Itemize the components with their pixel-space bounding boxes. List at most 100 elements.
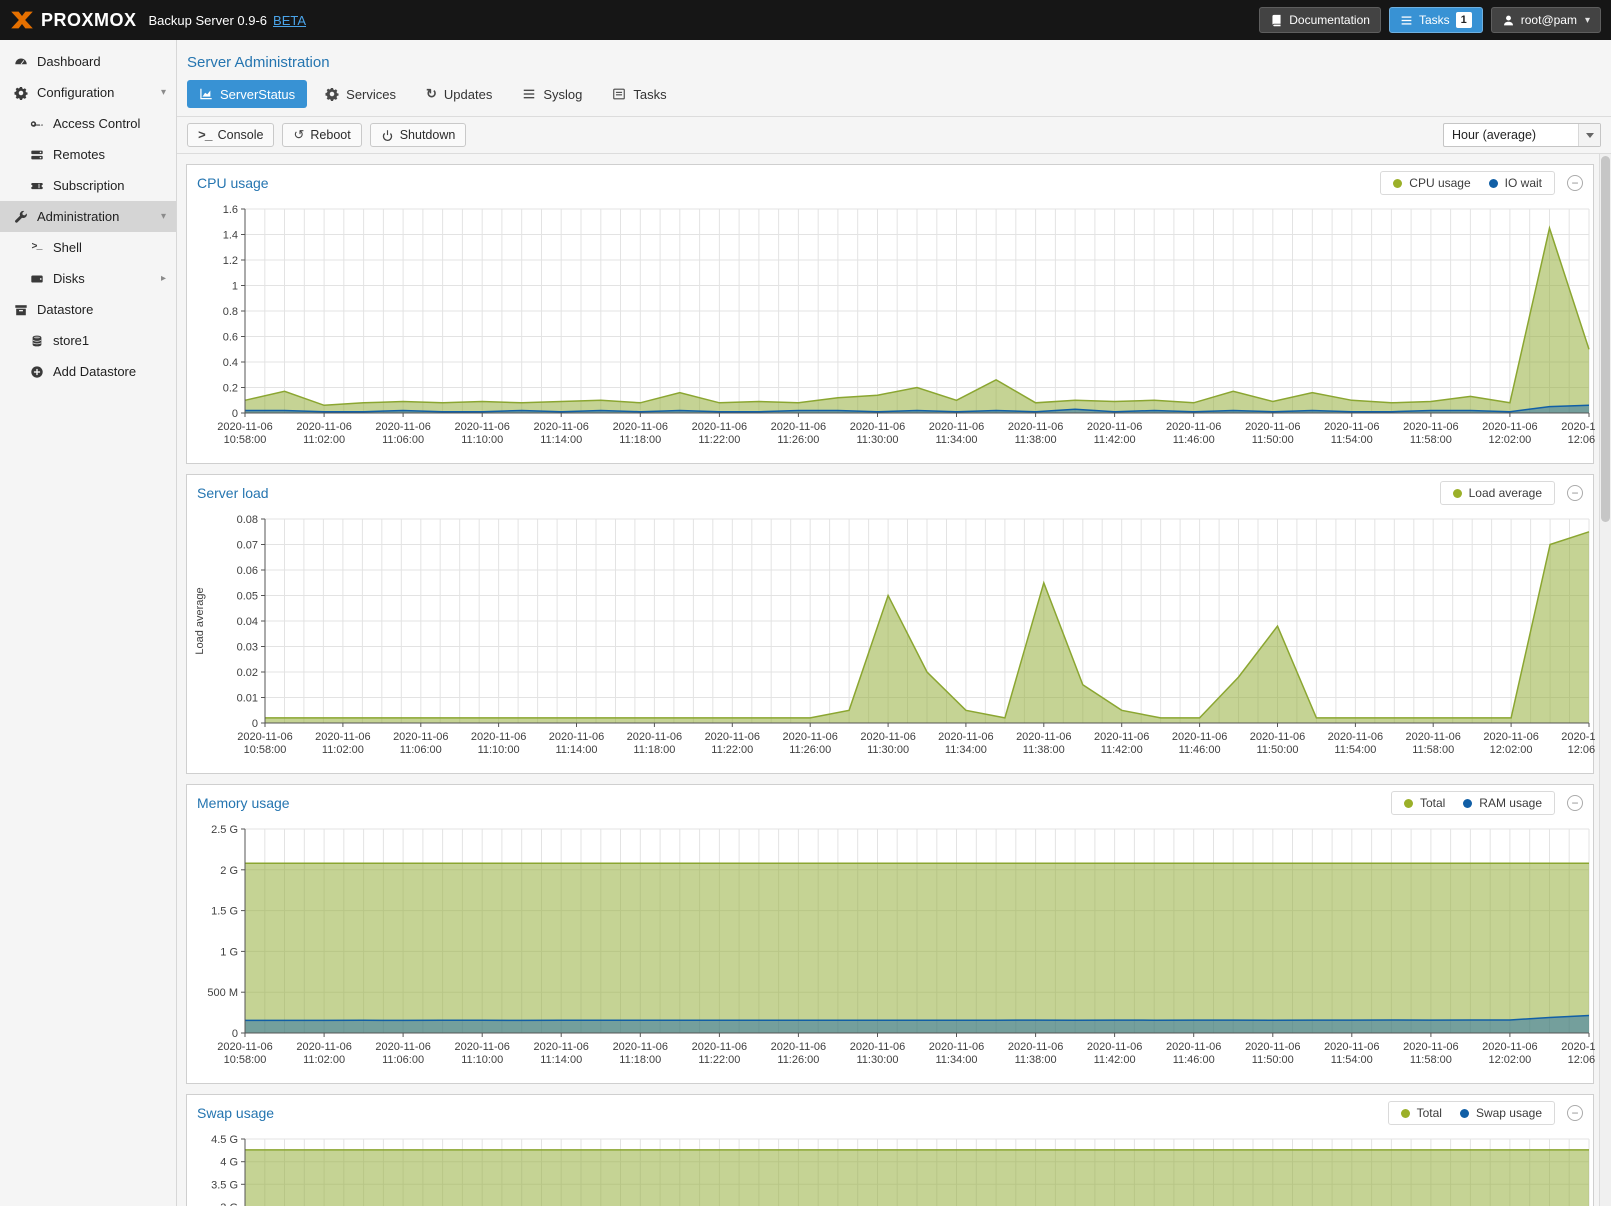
reboot-button[interactable]: ↺ Reboot xyxy=(282,123,361,147)
gauge-icon xyxy=(12,54,29,70)
beta-link[interactable]: BETA xyxy=(273,13,306,28)
svg-text:2020-11-06: 2020-11-06 xyxy=(929,1041,984,1053)
sidebar-item-add-datastore[interactable]: Add Datastore xyxy=(0,356,176,387)
sidebar-item-dashboard[interactable]: Dashboard xyxy=(0,46,176,77)
sidebar-item-label: Subscription xyxy=(53,178,125,193)
svg-text:2020-11-06: 2020-11-06 xyxy=(771,1041,826,1053)
tab-label: Tasks xyxy=(633,87,666,102)
svg-text:2020-11-06: 2020-11-06 xyxy=(929,421,984,433)
scrollbar-thumb[interactable] xyxy=(1601,156,1610,522)
svg-text:2020-11-06: 2020-11-06 xyxy=(533,1041,588,1053)
svg-text:12:02:00: 12:02:00 xyxy=(1488,434,1531,446)
chevron-right-icon: ▸ xyxy=(161,273,166,284)
svg-text:1: 1 xyxy=(232,281,238,293)
tasks-button[interactable]: Tasks 1 xyxy=(1389,7,1483,33)
area-chart-icon xyxy=(199,87,213,101)
svg-text:2020-11-06: 2020-11-06 xyxy=(1087,421,1142,433)
console-button[interactable]: >_ Console xyxy=(187,123,274,147)
gears-icon xyxy=(12,85,29,101)
sidebar-item-store1[interactable]: store1 xyxy=(0,325,176,356)
svg-text:11:54:00: 11:54:00 xyxy=(1334,744,1376,756)
chevron-down-icon xyxy=(1578,124,1600,146)
svg-text:0.4: 0.4 xyxy=(223,357,238,369)
svg-text:12:06:00: 12:06:00 xyxy=(1568,1054,1595,1066)
svg-text:0.04: 0.04 xyxy=(237,616,258,628)
disk-icon xyxy=(28,271,45,287)
legend-dot xyxy=(1489,179,1498,188)
sidebar-item-shell[interactable]: >_ Shell xyxy=(0,232,176,263)
svg-text:11:38:00: 11:38:00 xyxy=(1015,434,1057,446)
svg-text:2020-11-06: 2020-11-06 xyxy=(217,421,272,433)
sidebar-item-subscription[interactable]: Subscription xyxy=(0,170,176,201)
user-menu-button[interactable]: root@pam ▾ xyxy=(1491,7,1601,33)
app-window: PROXMOX Backup Server 0.9-6 BETA Documen… xyxy=(0,0,1611,1206)
svg-text:11:30:00: 11:30:00 xyxy=(867,744,909,756)
tab-syslog[interactable]: Syslog xyxy=(510,80,594,108)
collapse-icon[interactable]: − xyxy=(1567,485,1583,501)
proxmox-logo: PROXMOX xyxy=(10,8,137,32)
tab-services[interactable]: Services xyxy=(313,80,408,108)
svg-text:3 G: 3 G xyxy=(220,1202,238,1206)
svg-text:0.05: 0.05 xyxy=(237,591,258,603)
ticket-icon xyxy=(28,178,45,194)
svg-text:2020-11-06: 2020-11-06 xyxy=(1405,731,1460,743)
sidebar-item-remotes[interactable]: Remotes xyxy=(0,139,176,170)
documentation-button[interactable]: Documentation xyxy=(1259,7,1381,33)
svg-text:11:18:00: 11:18:00 xyxy=(619,434,661,446)
collapse-icon[interactable]: − xyxy=(1567,175,1583,191)
svg-text:2020-11-06: 2020-11-06 xyxy=(613,421,668,433)
documentation-label: Documentation xyxy=(1289,13,1370,27)
collapse-icon[interactable]: − xyxy=(1567,1105,1583,1121)
page-title: Server Administration xyxy=(177,40,1611,80)
svg-text:11:06:00: 11:06:00 xyxy=(382,1054,424,1066)
tasks-badge: 1 xyxy=(1456,12,1472,28)
shutdown-button[interactable]: Shutdown xyxy=(370,123,467,147)
sidebar-item-configuration[interactable]: Configuration ▾ xyxy=(0,77,176,108)
svg-text:0.6: 0.6 xyxy=(223,332,238,344)
memory-usage-chart: 0500 M1 G1.5 G2 G2.5 G2020-11-0610:58:00… xyxy=(187,821,1593,1083)
header-actions: Documentation Tasks 1 root@pam ▾ xyxy=(1259,7,1601,33)
sidebar-item-datastore[interactable]: Datastore xyxy=(0,294,176,325)
chevron-down-icon: ▾ xyxy=(1585,15,1590,26)
svg-text:11:46:00: 11:46:00 xyxy=(1173,1054,1215,1066)
svg-text:2020-11-06: 2020-11-06 xyxy=(217,1041,272,1053)
chevron-down-icon: ▾ xyxy=(161,87,166,98)
sidebar-item-label: Datastore xyxy=(37,302,93,317)
svg-text:2020-11-06: 2020-11-06 xyxy=(850,1041,905,1053)
svg-text:2020-11-06: 2020-11-06 xyxy=(1245,421,1300,433)
svg-text:11:50:00: 11:50:00 xyxy=(1252,1054,1294,1066)
svg-text:1.2: 1.2 xyxy=(223,255,238,267)
sidebar-item-disks[interactable]: Disks ▸ xyxy=(0,263,176,294)
sidebar-item-administration[interactable]: Administration ▾ xyxy=(0,201,176,232)
svg-text:11:38:00: 11:38:00 xyxy=(1015,1054,1057,1066)
reboot-icon: ↺ xyxy=(293,127,304,143)
svg-text:2020-11-06: 2020-11-06 xyxy=(1324,421,1379,433)
svg-text:2020-11-06: 2020-11-06 xyxy=(549,731,604,743)
svg-text:2020-11-06: 2020-11-06 xyxy=(1094,731,1149,743)
timeframe-select[interactable]: Hour (average) xyxy=(1443,123,1601,147)
book-icon xyxy=(1270,14,1283,27)
tab-bar: ServerStatus Services ↻ Updates Syslog T… xyxy=(177,80,1611,111)
tab-updates[interactable]: ↻ Updates xyxy=(414,80,504,108)
legend-item: Swap usage xyxy=(1460,1106,1542,1120)
tab-serverstatus[interactable]: ServerStatus xyxy=(187,80,307,108)
svg-text:2020-11-06: 2020-11-06 xyxy=(613,1041,668,1053)
power-icon xyxy=(381,129,394,142)
vertical-scrollbar[interactable] xyxy=(1599,154,1611,1206)
server-load-chart: 00.010.020.030.040.050.060.070.082020-11… xyxy=(187,511,1593,773)
panel-title: Server load xyxy=(197,485,269,501)
svg-text:11:30:00: 11:30:00 xyxy=(856,1054,898,1066)
plus-circle-icon xyxy=(28,364,45,380)
tab-tasks[interactable]: Tasks xyxy=(600,80,678,108)
sidebar-item-access-control[interactable]: Access Control xyxy=(0,108,176,139)
product-version: Backup Server 0.9-6 xyxy=(149,13,268,28)
reboot-label: Reboot xyxy=(310,128,350,142)
svg-text:10:58:00: 10:58:00 xyxy=(244,744,287,756)
cpu-usage-panel: CPU usage CPU usageIO wait − 00.20.40.60… xyxy=(186,164,1594,464)
server-icon xyxy=(28,147,45,163)
svg-text:2020-11-06: 2020-11-06 xyxy=(938,731,993,743)
svg-text:2020-11-06: 2020-11-06 xyxy=(237,731,292,743)
svg-text:2020-11-06: 2020-11-06 xyxy=(1250,731,1305,743)
svg-text:1 G: 1 G xyxy=(220,946,238,958)
collapse-icon[interactable]: − xyxy=(1567,795,1583,811)
